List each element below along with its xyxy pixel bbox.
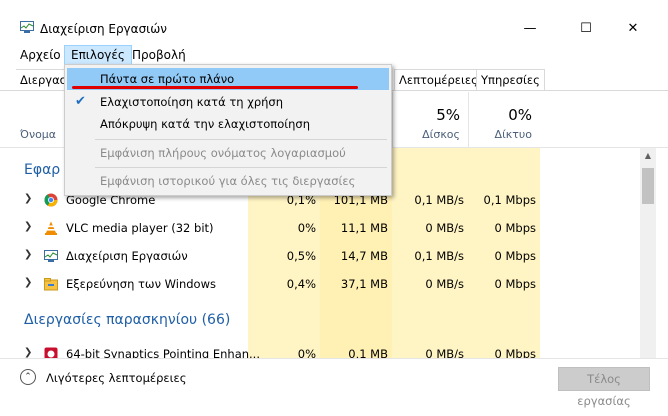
table-row[interactable]: ❯ VLC media player (32 bit) 0% 11,1 MB 0… (0, 214, 640, 242)
group-apps[interactable]: Εφαρ (24, 162, 60, 178)
menu-item-hide-when-minimized[interactable]: Απόκρυψη κατά την ελαχιστοποίηση (67, 113, 389, 135)
disk-value: 0,1 MB/s (414, 249, 464, 263)
network-label: Δίκτυο (494, 128, 532, 141)
table-row[interactable]: ❯ 64-bit Synaptics Pointing Enhan... 0% … (0, 340, 640, 358)
cpu-value: 0% (297, 347, 316, 358)
chevron-right-icon[interactable]: ❯ (24, 347, 32, 358)
annotation-underline (72, 86, 358, 89)
disk-value: 0 MB/s (425, 347, 464, 358)
disk-value: 0,1 MB/s (414, 193, 464, 207)
end-task-button[interactable]: Τέλος εργασίας (558, 367, 650, 408)
table-row[interactable]: ❯ Διαχείριση Εργασιών 0,5% 14,7 MB 0,1 M… (0, 242, 640, 270)
menu-item-show-history-all-processes[interactable]: Εμφάνιση ιστορικού για όλες τις διεργασί… (67, 170, 389, 192)
disk-percent: 5% (436, 106, 460, 124)
chevron-right-icon[interactable]: ❯ (24, 277, 32, 288)
menu-view[interactable]: Προβολή (126, 46, 192, 64)
menu-item-show-full-account-name[interactable]: Εμφάνιση πλήρους ονόματος λογαριασμού (67, 142, 389, 164)
vlc-icon (45, 221, 57, 235)
memory-value: 14,7 MB (340, 249, 388, 263)
title-bar: Διαχείριση Εργασιών — ☐ ✕ (0, 0, 668, 36)
task-manager-icon (44, 250, 58, 262)
column-disk-header[interactable]: 5% Δίσκος (392, 92, 468, 147)
cpu-value: 0% (297, 221, 316, 235)
task-manager-icon (20, 21, 34, 33)
menu-bar: Αρχείο Επιλογές Προβολή (0, 44, 668, 66)
maximize-button[interactable]: ☐ (563, 14, 609, 44)
disk-value: 0 MB/s (425, 221, 464, 235)
synaptics-icon (44, 347, 58, 358)
menu-separator (95, 139, 387, 140)
process-name: Εξερεύνηση των Windows (66, 277, 216, 291)
close-button[interactable]: ✕ (610, 14, 656, 44)
column-network-header[interactable]: 0% Δίκτυο (468, 92, 540, 147)
network-percent: 0% (508, 106, 532, 124)
menu-file[interactable]: Αρχείο (14, 46, 67, 64)
menu-separator (95, 167, 387, 168)
checkmark-icon: ✔ (75, 94, 86, 109)
chrome-icon (44, 193, 58, 207)
options-dropdown-menu: Πάντα σε πρώτο πλάνο ✔ Ελαχιστοποίηση κα… (64, 64, 392, 196)
disk-value: 0 MB/s (425, 277, 464, 291)
chevron-right-icon[interactable]: ❯ (24, 221, 32, 232)
network-value: 0 Mbps (494, 347, 537, 358)
memory-value: 0,1 MB (348, 347, 388, 358)
fewer-details-link[interactable]: Λιγότερες λεπτομέρειες (46, 371, 186, 385)
chevron-up-icon[interactable]: ⌃ (20, 369, 36, 385)
cpu-value: 0,5% (286, 249, 316, 263)
scroll-thumb[interactable] (642, 168, 654, 204)
table-row[interactable]: ❯ Εξερεύνηση των Windows 0,4% 37,1 MB 0 … (0, 270, 640, 298)
tab-services[interactable]: Υπηρεσίες (476, 69, 545, 90)
memory-value: 11,1 MB (340, 221, 388, 235)
cpu-value: 0,4% (286, 277, 316, 291)
menu-item-label: Εμφάνιση πλήρους ονόματος λογαριασμού (100, 146, 346, 160)
network-value: 0 Mbps (494, 221, 537, 235)
menu-item-label: Ελαχιστοποίηση κατά τη χρήση (100, 95, 284, 109)
disk-label: Δίσκος (422, 128, 460, 141)
minimize-button[interactable]: — (507, 14, 553, 44)
memory-value: 37,1 MB (340, 277, 388, 291)
scroll-up-arrow-icon[interactable]: ▲ (640, 148, 656, 164)
network-value: 0 Mbps (494, 249, 537, 263)
network-value: 0,1 Mbps (483, 193, 536, 207)
chevron-right-icon[interactable]: ❯ (24, 249, 32, 260)
column-name-header[interactable]: Όνομα (20, 128, 56, 141)
tab-details[interactable]: Λεπτομέρειες (394, 69, 483, 90)
chevron-right-icon[interactable]: ❯ (24, 193, 32, 204)
window-title: Διαχείριση Εργασιών (40, 22, 167, 36)
menu-item-label: Απόκρυψη κατά την ελαχιστοποίηση (100, 117, 310, 131)
process-name: 64-bit Synaptics Pointing Enhan... (66, 347, 260, 358)
process-name: VLC media player (32 bit) (66, 221, 214, 235)
network-value: 0 Mbps (494, 277, 537, 291)
footer-bar: ⌃ Λιγότερες λεπτομέρειες Τέλος εργασίας (0, 358, 668, 408)
explorer-icon (44, 278, 58, 291)
group-background-processes[interactable]: Διεργασίες παρασκηνίου (66) (24, 312, 230, 328)
menu-item-label: Εμφάνιση ιστορικού για όλες τις διεργασί… (100, 174, 356, 188)
vertical-scrollbar[interactable]: ▲ (640, 148, 656, 358)
process-name: Διαχείριση Εργασιών (66, 249, 188, 263)
menu-options[interactable]: Επιλογές (64, 45, 132, 65)
menu-item-minimize-on-use[interactable]: ✔ Ελαχιστοποίηση κατά τη χρήση (67, 91, 389, 113)
